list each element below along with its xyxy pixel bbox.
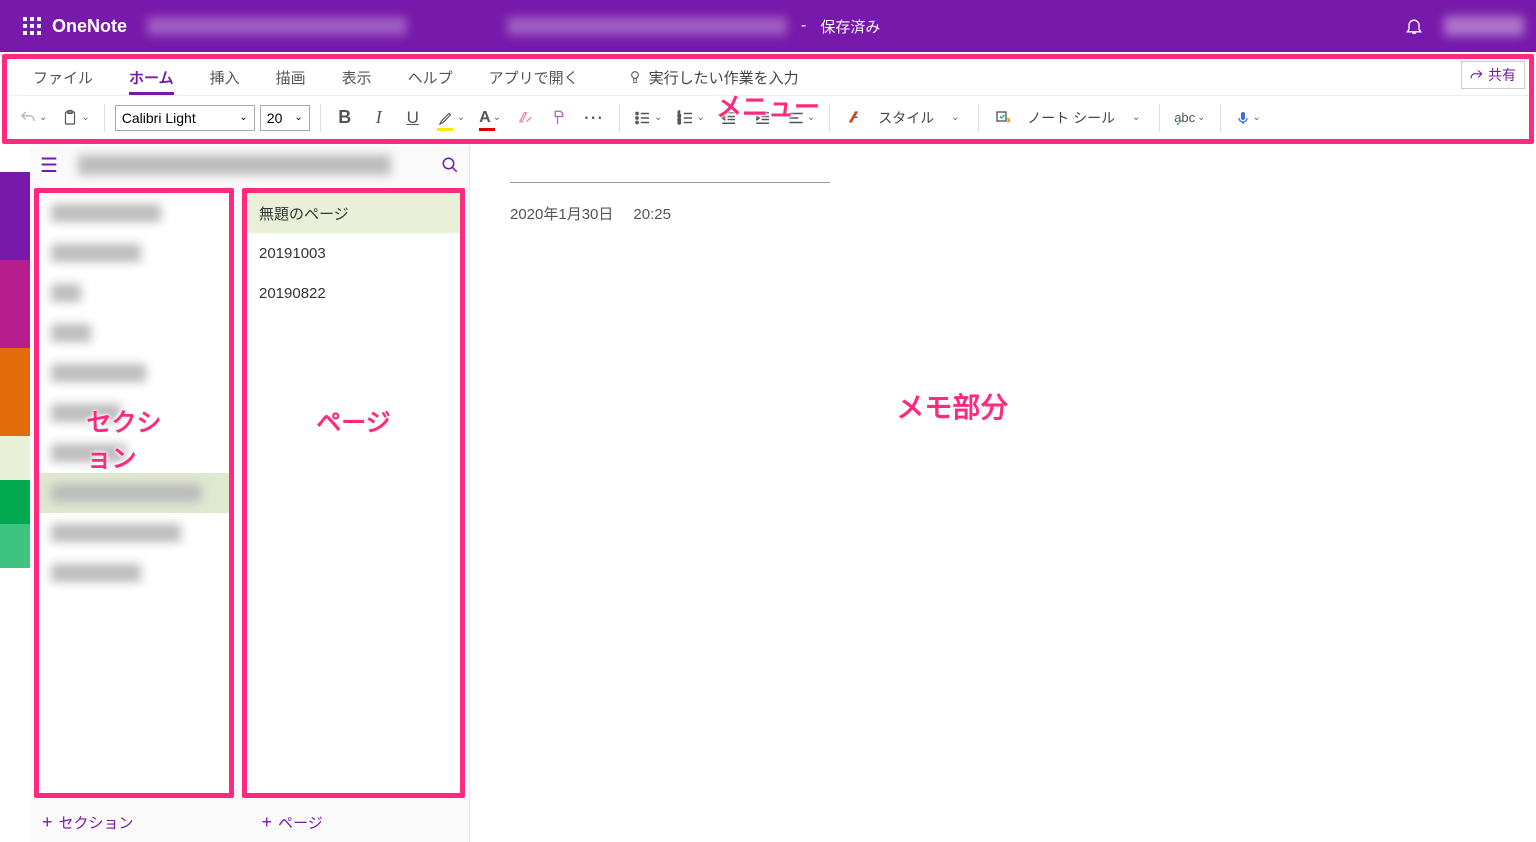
italic-button[interactable]: I [365, 102, 393, 134]
page-path-redacted [507, 17, 787, 35]
add-section-button[interactable]: セクション [30, 802, 250, 842]
page-date-row: 2020年1月30日 20:25 [510, 203, 1516, 224]
sections-panel: セクション [34, 188, 234, 798]
tab-draw[interactable]: 描画 [258, 59, 324, 95]
undo-button[interactable] [15, 102, 51, 134]
page-item-selected[interactable]: 無題のページ [247, 193, 460, 233]
bullet-list-button[interactable] [630, 102, 666, 134]
section-item[interactable] [39, 313, 229, 353]
align-button[interactable] [783, 102, 819, 134]
tags-button[interactable] [989, 102, 1017, 134]
section-item[interactable] [39, 233, 229, 273]
add-page-label: ページ [278, 812, 323, 833]
share-label: 共有 [1488, 65, 1516, 85]
ribbon-region: メニュー ファイル ホーム 挿入 描画 表示 ヘルプ アプリで開く 実行したい作… [2, 54, 1534, 144]
tell-me-label: 実行したい作業を入力 [649, 67, 799, 88]
section-item[interactable] [39, 513, 229, 553]
page-time: 20:25 [633, 206, 671, 223]
increase-indent-button[interactable] [749, 102, 777, 134]
styles-label[interactable]: スタイル [878, 108, 934, 128]
page-item[interactable]: 20191003 [247, 233, 460, 273]
share-button[interactable]: 共有 [1461, 61, 1525, 89]
notebook-path-redacted [147, 17, 407, 35]
tab-file[interactable]: ファイル [15, 59, 111, 95]
tags-dropdown[interactable] [1121, 102, 1149, 134]
tab-insert[interactable]: 挿入 [192, 59, 258, 95]
paste-button[interactable] [57, 102, 93, 134]
section-color-tab[interactable] [0, 304, 30, 348]
ribbon-tabs: ファイル ホーム 挿入 描画 表示 ヘルプ アプリで開く 実行したい作業を入力 … [7, 59, 1529, 95]
pages-panel: 無題のページ 20191003 20190822 ページ [242, 188, 465, 798]
clear-formatting-button[interactable] [511, 102, 539, 134]
toolbar: Calibri Light⌄ 20⌄ B I U A ⋯ 123 [7, 95, 1529, 139]
notifications-icon[interactable] [1394, 16, 1434, 36]
section-color-tab[interactable] [0, 216, 30, 260]
page-date: 2020年1月30日 [510, 203, 613, 224]
format-painter-button[interactable] [545, 102, 573, 134]
add-page-button[interactable]: ページ [250, 802, 470, 842]
svg-text:3: 3 [677, 120, 680, 126]
styles-button[interactable] [840, 102, 868, 134]
section-item[interactable] [39, 353, 229, 393]
underline-button[interactable]: U [399, 102, 427, 134]
dictate-button[interactable] [1231, 102, 1265, 134]
tags-label[interactable]: ノート シール [1027, 108, 1115, 128]
font-size-value: 20 [267, 110, 283, 126]
app-launcher-icon[interactable] [12, 17, 52, 35]
notebook-title-redacted [78, 155, 391, 175]
save-status: 保存済み [820, 16, 880, 37]
more-formatting-button[interactable]: ⋯ [579, 102, 609, 134]
font-color-button[interactable]: A [475, 102, 505, 134]
section-item[interactable] [39, 553, 229, 593]
section-item[interactable] [39, 193, 229, 233]
section-item[interactable] [39, 433, 229, 473]
tab-help[interactable]: ヘルプ [390, 59, 471, 95]
section-item-selected[interactable] [39, 473, 229, 513]
section-color-tab[interactable] [0, 348, 30, 392]
user-name-redacted[interactable] [1444, 16, 1524, 36]
highlight-button[interactable] [433, 102, 469, 134]
tab-view[interactable]: 表示 [324, 59, 390, 95]
nav-header: ☰ [30, 146, 469, 184]
bold-button[interactable]: B [331, 102, 359, 134]
main-region: ☰ セクション 無題のページ 20191003 [0, 146, 1536, 842]
section-color-tab[interactable] [0, 524, 30, 568]
tab-open-in-app[interactable]: アプリで開く [471, 59, 597, 95]
section-color-tab[interactable] [0, 260, 30, 304]
annotation-pages-label: ページ [316, 403, 391, 439]
numbered-list-button[interactable]: 123 [673, 102, 709, 134]
section-color-tab[interactable] [0, 436, 30, 480]
section-color-tab[interactable] [0, 172, 30, 216]
hamburger-icon[interactable]: ☰ [40, 153, 58, 178]
styles-dropdown[interactable] [940, 102, 968, 134]
navigation-pane: ☰ セクション 無題のページ 20191003 [30, 146, 470, 842]
decrease-indent-button[interactable] [715, 102, 743, 134]
spellcheck-button[interactable]: abc ✓ [1170, 102, 1209, 134]
font-name-select[interactable]: Calibri Light⌄ [115, 105, 255, 131]
page-item[interactable]: 20190822 [247, 273, 460, 313]
section-color-strip [0, 146, 30, 842]
title-separator: - [801, 17, 806, 35]
search-icon[interactable] [441, 156, 459, 174]
tell-me-search[interactable]: 実行したい作業を入力 [627, 67, 799, 88]
section-item[interactable] [39, 273, 229, 313]
annotation-memo-label: メモ部分 [896, 386, 1008, 426]
section-color-tab[interactable] [0, 392, 30, 436]
tab-home[interactable]: ホーム [111, 59, 192, 95]
nav-footer: セクション ページ [30, 802, 469, 842]
page-title-underline [510, 182, 830, 183]
section-color-tab[interactable] [0, 480, 30, 524]
add-section-label: セクション [59, 812, 134, 833]
section-item[interactable] [39, 393, 229, 433]
title-bar: OneNote - 保存済み [0, 0, 1536, 52]
content-area[interactable]: 2020年1月30日 20:25 メモ部分 [470, 146, 1536, 842]
font-size-select[interactable]: 20⌄ [260, 105, 310, 131]
app-name: OneNote [52, 16, 127, 37]
font-name-value: Calibri Light [122, 110, 196, 126]
